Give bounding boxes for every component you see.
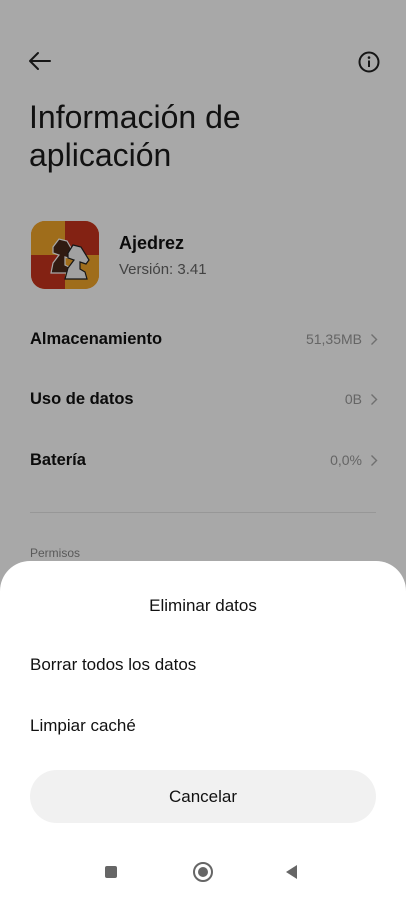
clear-all-data-option[interactable]: Borrar todos los datos (30, 655, 196, 675)
cancel-button[interactable]: Cancelar (30, 770, 376, 823)
back-triangle-icon[interactable] (286, 865, 297, 879)
sheet-title: Eliminar datos (149, 596, 257, 615)
delete-data-sheet: Eliminar datos Borrar todos los datos Li… (0, 561, 406, 902)
recents-icon[interactable] (105, 866, 117, 878)
clear-cache-option[interactable]: Limpiar caché (30, 716, 136, 736)
home-icon[interactable] (193, 862, 213, 882)
navigation-bar (0, 856, 406, 896)
